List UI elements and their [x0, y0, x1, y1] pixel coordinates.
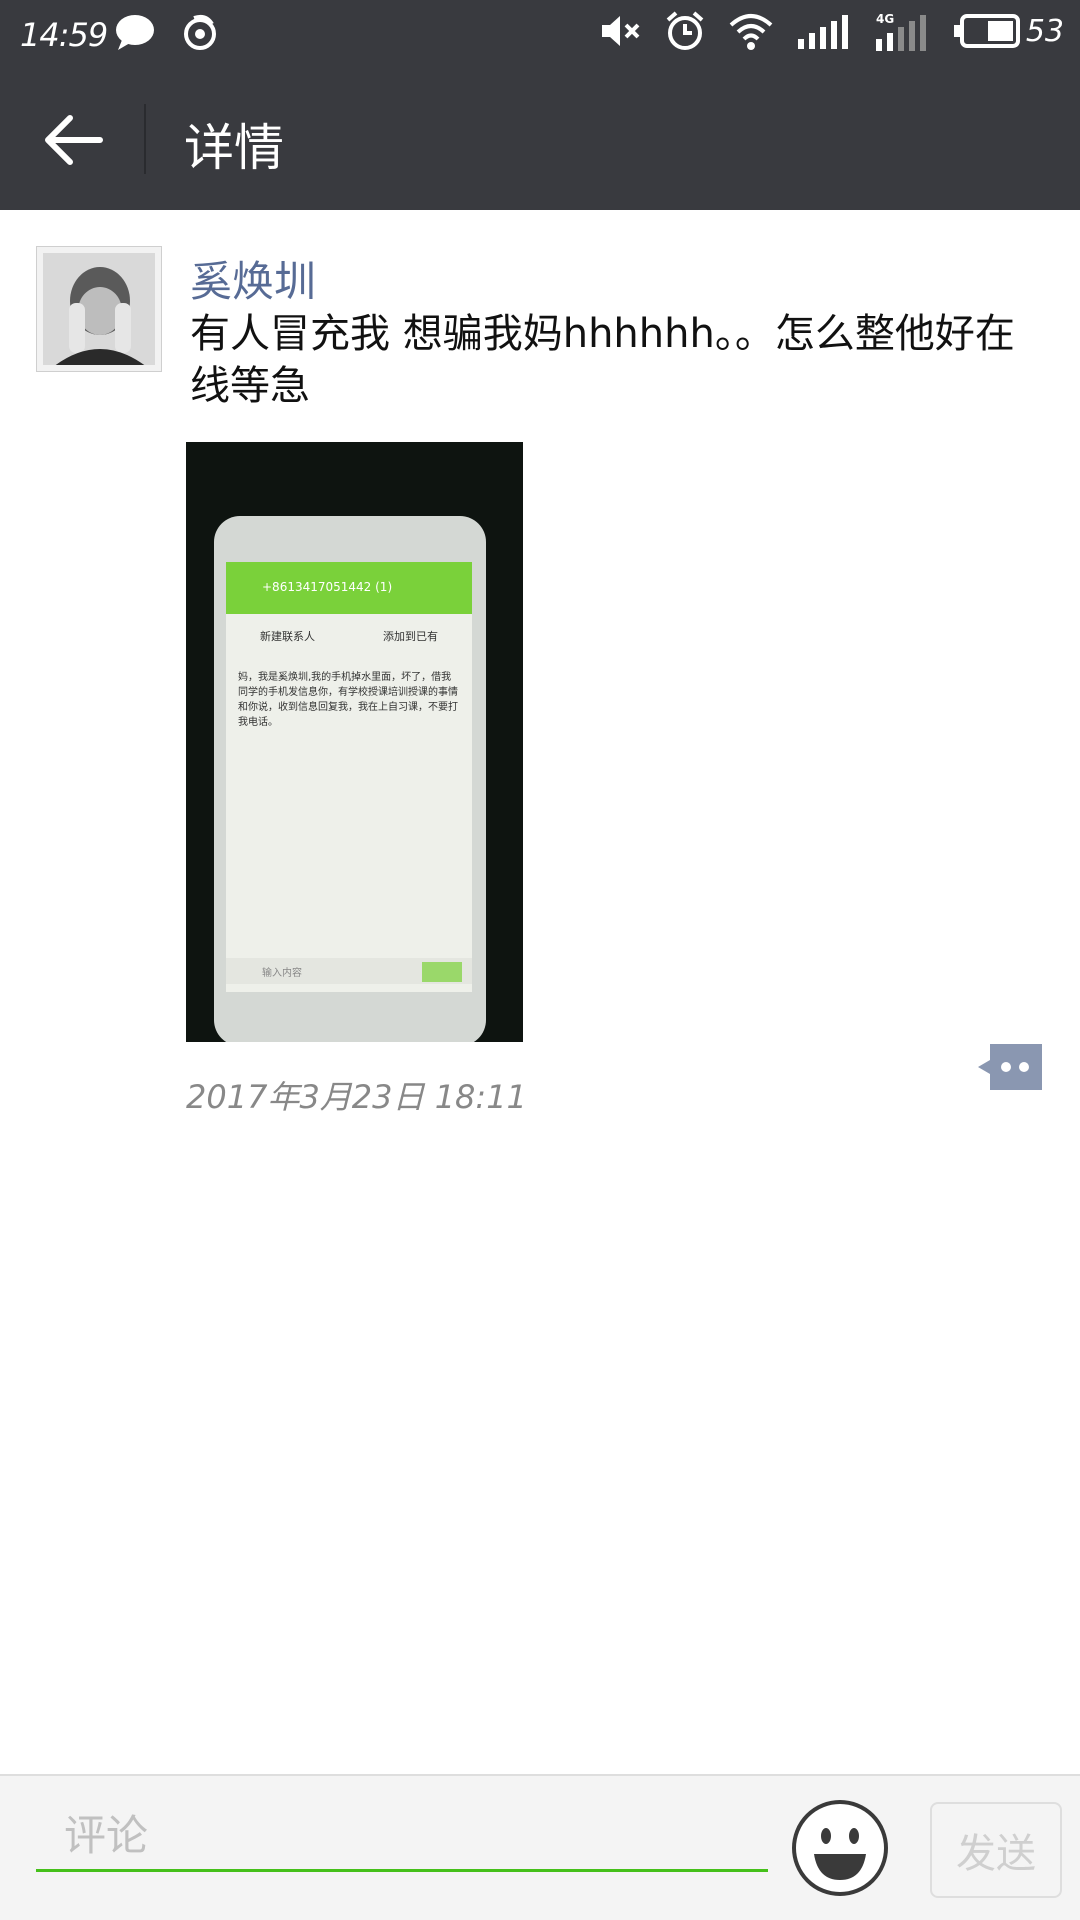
signal-icon	[797, 15, 848, 49]
battery-icon	[953, 14, 1020, 48]
photo-send	[422, 962, 462, 982]
svg-text:4G: 4G	[876, 12, 894, 26]
wifi-icon	[729, 14, 773, 50]
post-photo[interactable]: +8613417051442 (1) 新建联系人 添加到已有 妈，我是奚焕圳,我…	[186, 442, 523, 1042]
chat-bubble-icon	[116, 15, 154, 50]
photo-input-placeholder: 输入内容	[262, 968, 302, 979]
battery-level: 53	[1025, 13, 1064, 49]
photo-phone-screen: +8613417051442 (1) 新建联系人 添加到已有 妈，我是奚焕圳,我…	[226, 562, 472, 992]
status-bar: 14:59 4G 53	[0, 0, 1080, 70]
avatar[interactable]	[36, 246, 162, 372]
emoji-button[interactable]	[790, 1798, 890, 1898]
post-text: 有人冒充我 想骗我妈hhhhhh。。怎么整他好在线等急	[190, 311, 1015, 409]
status-time: 14:59	[20, 16, 108, 54]
battery-indicator: 53	[952, 13, 1064, 49]
smiley-icon	[792, 1800, 888, 1896]
comment-input[interactable]	[36, 1802, 768, 1872]
status-right-icons: 4G 53	[598, 10, 1064, 52]
title-bar: 详情	[0, 70, 1080, 210]
photo-new-contact: 新建联系人	[260, 630, 315, 643]
more-dots-icon	[978, 1044, 1042, 1090]
weibo-icon	[184, 14, 216, 50]
signal-4g-icon: 4G	[875, 12, 926, 51]
post-author[interactable]: 奚焕圳	[190, 248, 316, 309]
status-left-icons	[114, 12, 220, 52]
page-title: 详情	[184, 119, 284, 177]
send-button[interactable]: 发送	[930, 1802, 1062, 1898]
comment-more-button[interactable]	[976, 1044, 1042, 1090]
avatar-image	[43, 253, 155, 365]
photo-phone-number: +8613417051442 (1)	[226, 562, 472, 614]
avatar-portrait	[43, 253, 155, 365]
photo-add-existing: 添加到已有	[383, 630, 438, 643]
photo-message: 妈，我是奚焕圳,我的手机掉水里面，坏了，借我同学的手机发信息你，有学校授课培训授…	[238, 672, 458, 728]
photo-input: 输入内容	[226, 958, 472, 984]
title-divider	[144, 104, 146, 174]
back-button[interactable]	[38, 108, 108, 172]
comment-bar: 发送	[0, 1774, 1080, 1920]
muted-speaker-icon	[601, 16, 640, 46]
alarm-icon	[666, 11, 704, 50]
photo-actions: 新建联系人 添加到已有	[226, 614, 472, 644]
post-timestamp: 2017年3月23日 18:11	[186, 1078, 527, 1116]
back-arrow-icon	[45, 115, 103, 165]
